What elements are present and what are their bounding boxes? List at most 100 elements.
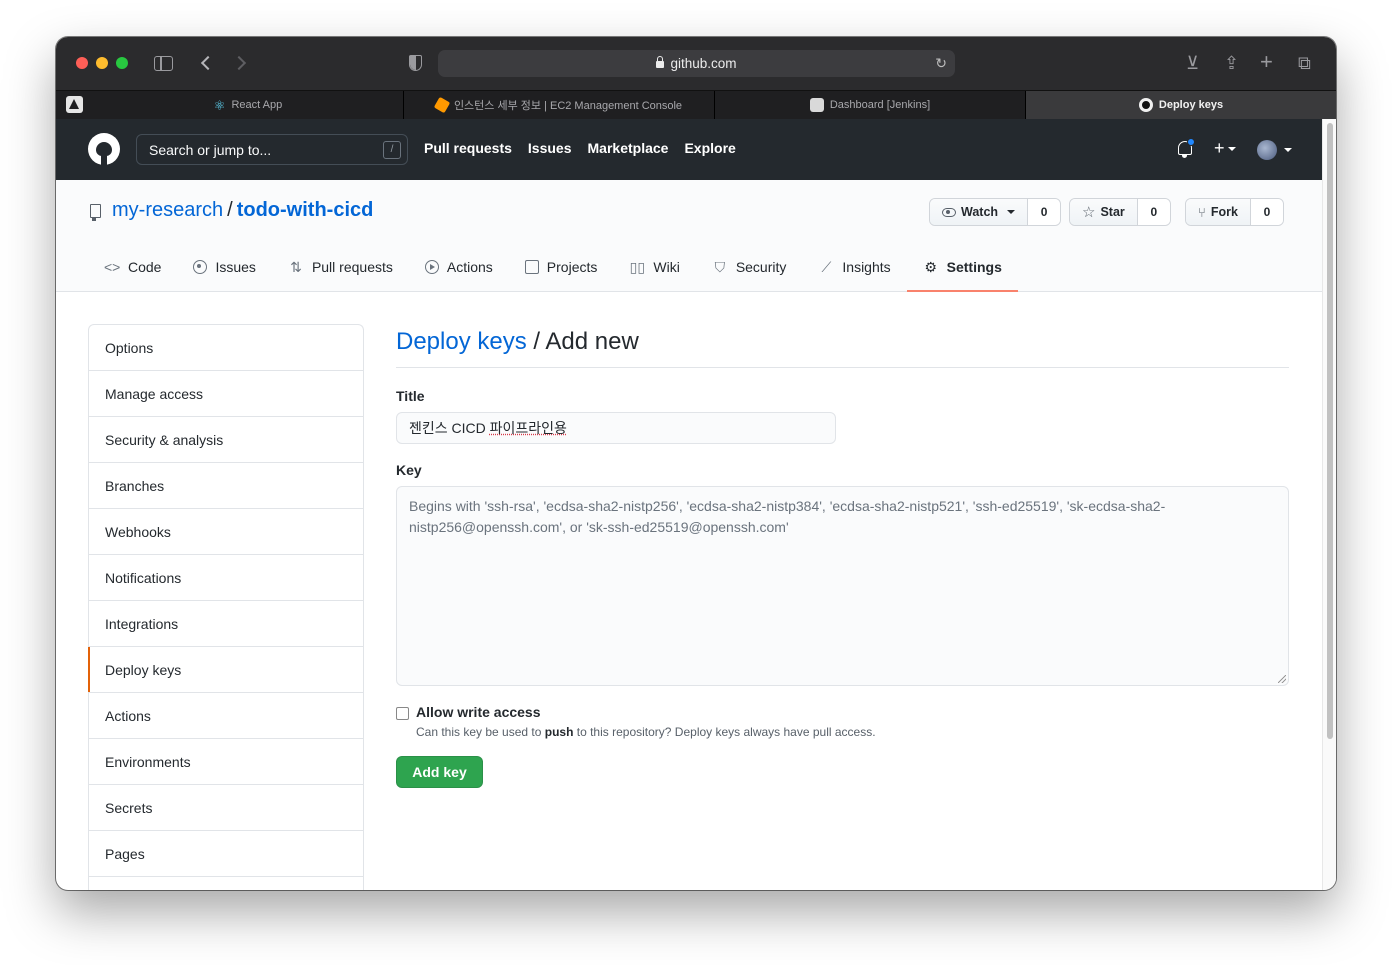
menu-label: Integrations: [105, 615, 179, 632]
settings-menu-item-environments[interactable]: Environments: [89, 739, 363, 785]
chevron-down-icon: [1007, 210, 1016, 214]
allow-write-access-checkbox[interactable]: [396, 707, 409, 720]
repo-icon: [90, 204, 101, 221]
watch-button[interactable]: Watch: [930, 199, 1029, 225]
settings-menu-item-partial[interactable]: [89, 877, 363, 890]
settings-menu-item-pages[interactable]: Pages: [89, 831, 363, 877]
key-label: Key: [396, 462, 422, 478]
menu-label: Pages: [105, 845, 145, 862]
settings-menu-item-webhooks[interactable]: Webhooks: [89, 509, 363, 555]
minimize-window-button[interactable]: [96, 57, 108, 69]
menu-label: Manage access: [105, 385, 204, 402]
tab-jenkins[interactable]: Dashboard [Jenkins]: [715, 91, 1026, 119]
tab-issues[interactable]: Issues: [177, 242, 271, 292]
star-count[interactable]: 0: [1137, 199, 1170, 225]
star-icon: ☆: [1082, 204, 1096, 221]
tab-projects[interactable]: Projects: [509, 242, 614, 292]
lock-icon: [656, 56, 665, 68]
avatar[interactable]: [1257, 140, 1277, 160]
gear-icon: ⚙: [924, 258, 937, 275]
tab-ec2-console[interactable]: 인스턴스 세부 정보 | EC2 Management Console: [404, 91, 715, 119]
nav-explore[interactable]: Explore: [684, 140, 735, 156]
tab-insights[interactable]: ⟋ Insights: [802, 242, 906, 292]
react-icon: ⚛: [213, 98, 226, 113]
settings-menu-item-branches[interactable]: Branches: [89, 463, 363, 509]
chevron-down-icon[interactable]: [1284, 148, 1292, 152]
tab-label: Actions: [446, 259, 493, 275]
settings-menu-item-security-analysis[interactable]: Security & analysis: [89, 417, 363, 463]
download-icon[interactable]: ⊻: [1186, 53, 1199, 74]
repo-owner-link[interactable]: my-research: [112, 199, 223, 221]
scrollbar-thumb[interactable]: [1327, 123, 1333, 739]
forward-arrow-icon[interactable]: [231, 55, 247, 71]
address-bar[interactable]: github.com ↻: [438, 50, 955, 77]
tab-react-app[interactable]: ⚛ React App: [93, 91, 404, 119]
menu-label: Environments: [105, 753, 191, 770]
tab-security[interactable]: ⛉ Security: [696, 242, 803, 292]
repo-title-separator: /: [227, 199, 233, 221]
close-window-button[interactable]: [76, 57, 88, 69]
nav-issues[interactable]: Issues: [528, 140, 572, 156]
issue-icon: [193, 260, 208, 274]
settings-menu-item-options[interactable]: Options: [89, 325, 363, 371]
menu-label: Secrets: [105, 799, 153, 816]
tab-bar: ⚛ React App 인스턴스 세부 정보 | EC2 Management …: [56, 90, 1336, 119]
github-header: Search or jump to... / Pull requests Iss…: [56, 119, 1322, 180]
fork-button[interactable]: ⑂ Fork: [1186, 199, 1251, 225]
github-logo-icon[interactable]: [88, 133, 120, 165]
tab-settings[interactable]: ⚙ Settings: [906, 242, 1019, 292]
deploy-key-form: Deploy keys / Add new Title 젠킨스 CICD 파이프…: [396, 324, 1289, 788]
menu-label: Security & analysis: [105, 431, 224, 448]
settings-menu-item-manage-access[interactable]: Manage access: [89, 371, 363, 417]
tab-pull-requests[interactable]: ⇅ Pull requests: [272, 242, 409, 292]
aws-icon: [433, 96, 451, 114]
search-placeholder: Search or jump to...: [149, 142, 272, 158]
add-key-button[interactable]: Add key: [396, 756, 483, 788]
url-text: github.com: [670, 56, 737, 71]
github-icon: [1138, 98, 1153, 112]
nav-pull-requests[interactable]: Pull requests: [424, 140, 512, 156]
watch-control: Watch 0: [929, 198, 1062, 226]
tab-label: Insights: [842, 259, 891, 275]
browser-window: github.com ↻ ⊻ ⇪ + ⧉ ⚛ React App 인스턴스 세부…: [56, 37, 1336, 890]
tab-actions[interactable]: Actions: [409, 242, 509, 292]
resize-grip-icon[interactable]: [1278, 675, 1286, 683]
title-value-prefix: 젠킨스 CICD: [409, 420, 490, 436]
tab-label: 인스턴스 세부 정보 | EC2 Management Console: [453, 100, 683, 112]
key-textarea[interactable]: Begins with 'ssh-rsa', 'ecdsa-sha2-nistp…: [396, 486, 1289, 686]
settings-menu-item-integrations[interactable]: Integrations: [89, 601, 363, 647]
allow-write-access-label[interactable]: Allow write access: [416, 704, 541, 720]
settings-menu-item-deploy-keys[interactable]: Deploy keys: [88, 647, 363, 693]
tab-overview-icon[interactable]: ⧉: [1298, 53, 1311, 74]
sidebar-toggle-icon[interactable]: [154, 56, 173, 71]
settings-menu-item-notifications[interactable]: Notifications: [89, 555, 363, 601]
repo-name-link[interactable]: todo-with-cicd: [237, 199, 374, 221]
tab-deploy-keys[interactable]: Deploy keys: [1026, 91, 1336, 119]
pull-request-icon: ⇅: [290, 258, 302, 275]
graph-icon: ⟋: [821, 258, 832, 275]
nav-marketplace[interactable]: Marketplace: [588, 140, 669, 156]
search-input[interactable]: Search or jump to... /: [136, 134, 408, 165]
share-icon[interactable]: ⇪: [1224, 53, 1239, 74]
global-nav: Pull requests Issues Marketplace Explore: [424, 140, 736, 156]
star-button[interactable]: ☆ Star: [1070, 199, 1138, 225]
fork-count[interactable]: 0: [1250, 199, 1283, 225]
watch-count[interactable]: 0: [1028, 199, 1061, 225]
create-new-menu[interactable]: +: [1214, 138, 1236, 159]
new-tab-icon[interactable]: +: [1260, 49, 1273, 75]
plus-icon: +: [1214, 138, 1225, 158]
breadcrumb-deploy-keys-link[interactable]: Deploy keys: [396, 328, 527, 355]
settings-menu-item-secrets[interactable]: Secrets: [89, 785, 363, 831]
tab-code[interactable]: <> Code: [88, 242, 177, 292]
page-scrollbar[interactable]: [1322, 119, 1336, 890]
tab-wiki[interactable]: ▯▯ Wiki: [613, 242, 695, 292]
reload-icon[interactable]: ↻: [935, 55, 947, 72]
back-arrow-icon[interactable]: [200, 55, 216, 71]
privacy-shield-icon[interactable]: [409, 55, 422, 71]
settings-menu-item-actions[interactable]: Actions: [89, 693, 363, 739]
note-text: Can this key be used to: [416, 725, 545, 739]
zoom-window-button[interactable]: [116, 57, 128, 69]
title-input[interactable]: 젠킨스 CICD 파이프라인용: [396, 412, 836, 444]
star-label: Star: [1100, 205, 1125, 219]
pinned-tab[interactable]: [66, 96, 83, 113]
